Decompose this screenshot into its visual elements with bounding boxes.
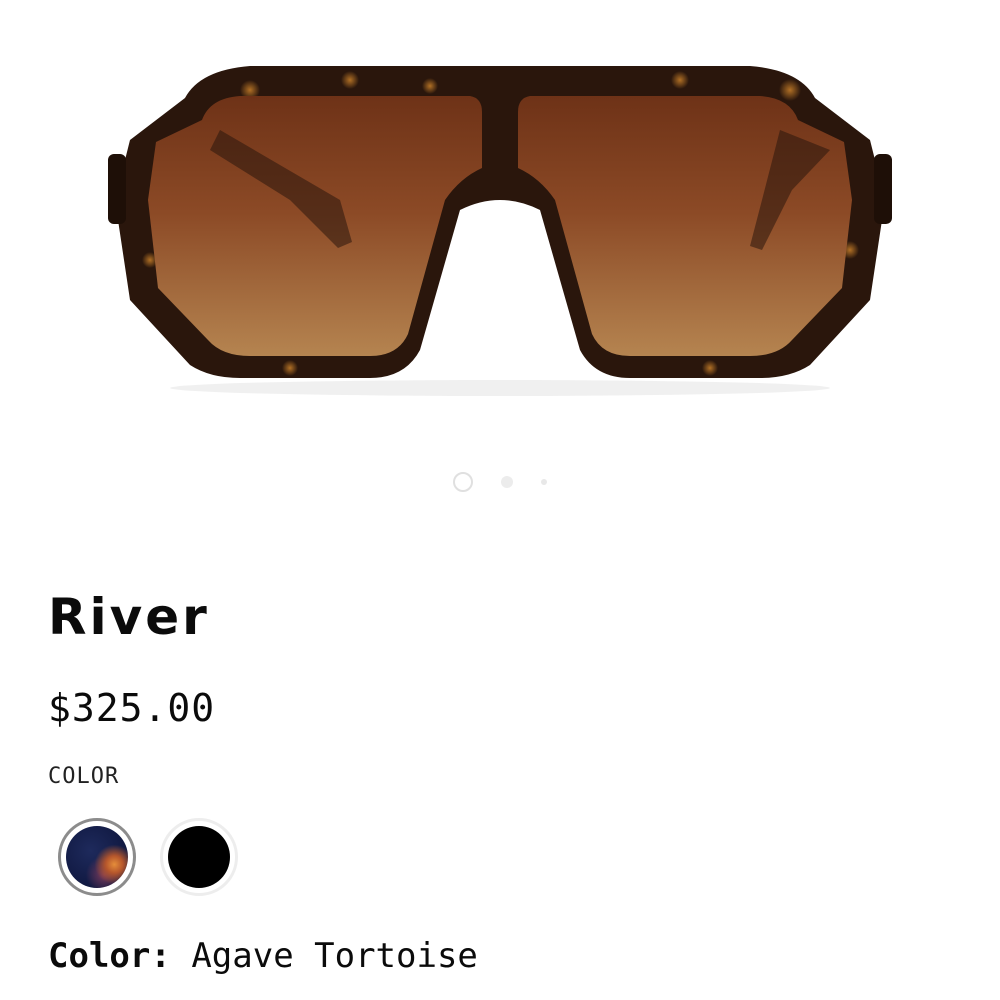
tortoise-swatch-icon (66, 826, 128, 888)
carousel-dots (0, 472, 1000, 492)
color-heading: COLOR (48, 764, 120, 789)
selected-color-value: Agave Tortoise (191, 936, 478, 976)
black-swatch-icon (168, 826, 230, 888)
product-image[interactable] (0, 0, 1000, 460)
product-title: River (48, 588, 210, 646)
carousel-dot-2[interactable] (501, 476, 513, 488)
swatch-black[interactable] (160, 818, 238, 896)
sunglasses-image (108, 66, 892, 396)
product-price: $325.00 (48, 686, 216, 730)
selected-color-label: Color: (48, 936, 171, 976)
carousel-dot-1[interactable] (453, 472, 473, 492)
swatch-agave-tortoise[interactable] (58, 818, 136, 896)
product-page: River $325.00 COLOR Color: Agave Tortois… (0, 0, 1000, 1000)
color-swatches (58, 818, 238, 896)
selected-color: Color: Agave Tortoise (48, 936, 478, 976)
carousel-dot-3[interactable] (541, 479, 547, 485)
